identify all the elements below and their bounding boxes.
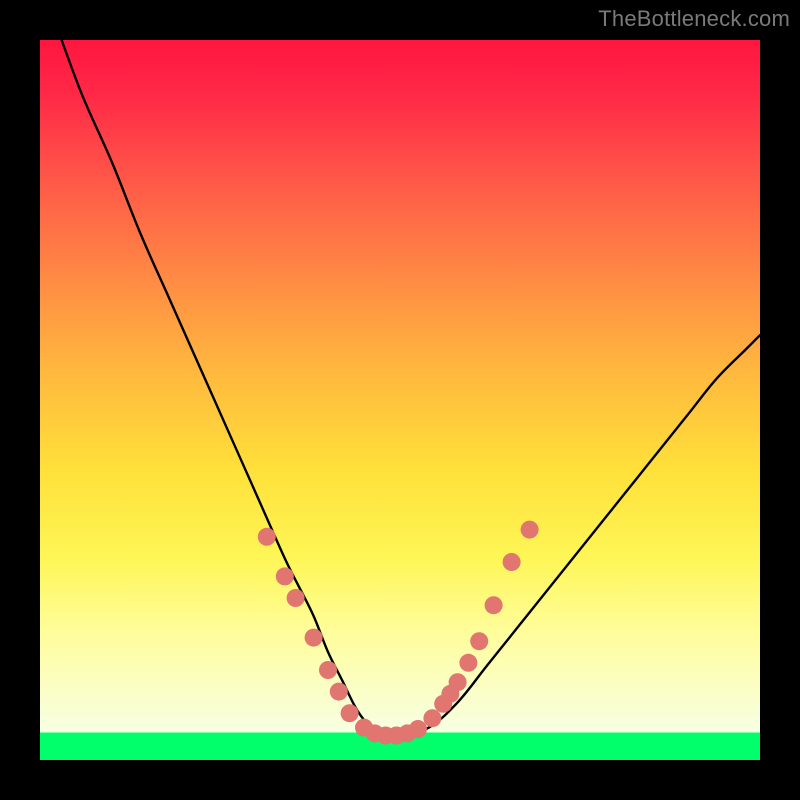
marker-dot [409,720,427,738]
marker-dot [276,567,294,585]
marker-dot [521,521,539,539]
bottleneck-curve [62,40,760,736]
marker-dot [258,528,276,546]
marker-dot [449,673,467,691]
marker-group [258,521,539,745]
marker-dot [503,553,521,571]
chart-frame: TheBottleneck.com [0,0,800,800]
marker-dot [423,709,441,727]
marker-dot [305,629,323,647]
marker-dot [459,654,477,672]
bottleneck-svg [40,40,760,760]
marker-dot [341,704,359,722]
marker-dot [470,632,488,650]
plot-area [40,40,760,760]
marker-dot [485,596,503,614]
marker-dot [287,589,305,607]
watermark-text: TheBottleneck.com [598,6,790,32]
marker-dot [319,661,337,679]
marker-dot [330,683,348,701]
